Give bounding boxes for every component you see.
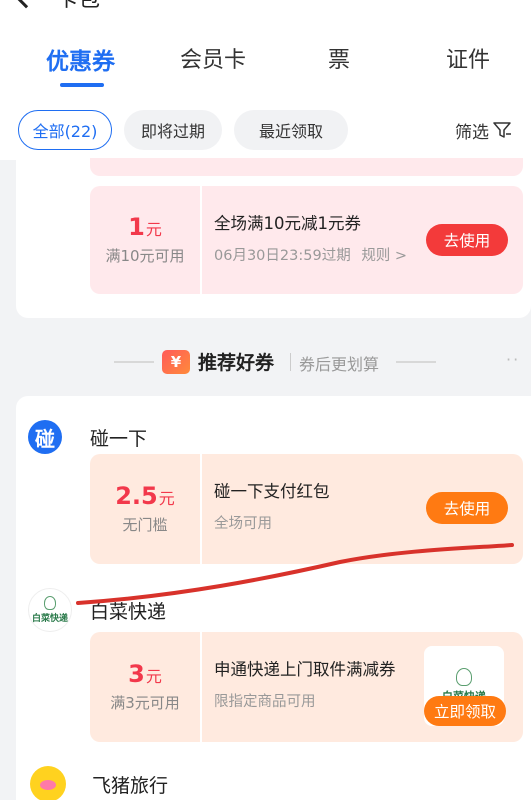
use-coupon-button[interactable]: 去使用	[426, 224, 508, 256]
fliggy-logo-icon	[30, 766, 66, 800]
coupon-details: 碰一下支付红包 全场可用 去使用	[202, 454, 523, 564]
filter-funnel-icon	[493, 122, 511, 138]
back-arrow-icon[interactable]	[14, 0, 38, 9]
coupon-value: 2.5元 无门槛	[90, 454, 200, 564]
tab-tickets[interactable]: 票	[328, 42, 350, 74]
brand-name: 碰一下	[90, 427, 148, 450]
top-header: 卡包 优惠券 会员卡 票 证件 全部(22) 即将过期 最近领取 筛选	[0, 0, 531, 160]
owned-coupons-card: 1元 满10元可用 全场满10元减1元券 06月30日23:59过期 规则 > …	[16, 158, 531, 318]
filter-button[interactable]: 筛选	[455, 110, 512, 150]
active-tab-indicator	[60, 83, 104, 87]
coupon-condition: 无门槛	[122, 515, 168, 534]
use-coupon-button[interactable]: 去使用	[426, 492, 508, 524]
brand-name: 飞猪旅行	[92, 774, 169, 797]
chip-expiring-soon[interactable]: 即将过期	[124, 110, 222, 150]
filter-label: 筛选	[455, 122, 489, 143]
tab-bar: 优惠券 会员卡 票 证件	[0, 42, 531, 92]
coupon-yen-icon: ¥	[162, 350, 190, 374]
coupon-details: 全场满10元减1元券 06月30日23:59过期 规则 > 去使用	[202, 186, 523, 294]
coupon-expiry: 06月30日23:59过期	[214, 248, 351, 264]
coupon-item[interactable]: 2.5元 无门槛 碰一下支付红包 全场可用 去使用	[90, 454, 523, 564]
section-subtitle: 券后更划算	[299, 355, 380, 374]
chip-all[interactable]: 全部(22)	[18, 110, 112, 150]
tree-icon	[456, 668, 472, 686]
coupon-item[interactable]: 3元 满3元可用 申通快递上门取件满减券 限指定商品可用 白菜快递 立即领取	[90, 632, 523, 742]
filter-chips: 全部(22) 即将过期 最近领取 筛选	[18, 110, 518, 150]
page-title: 卡包	[56, 0, 100, 13]
recommended-coupons-card: 碰 碰一下 2.5元 无门槛 碰一下支付红包 全场可用 去使用 白菜快递 白菜快…	[16, 396, 531, 800]
brand-name: 白菜快递	[90, 600, 167, 623]
coupon-condition: 满10元可用	[105, 246, 185, 265]
tree-icon	[44, 596, 56, 610]
previous-coupon-peek	[90, 158, 523, 176]
coupon-amount: 3元	[128, 660, 162, 689]
brand-header-baicai[interactable]: 白菜快递 白菜快递	[28, 588, 166, 632]
brand-header-fliggy[interactable]: 飞猪旅行	[30, 766, 168, 800]
coupon-amount: 2.5元	[115, 482, 175, 511]
coupon-value: 1元 满10元可用	[90, 186, 200, 294]
coupon-value: 3元 满3元可用	[90, 632, 200, 742]
coupon-amount: 1元	[128, 213, 162, 242]
recommended-section-header: ¥ 推荐好券 券后更划算 ··	[0, 344, 531, 380]
pengyixia-logo-icon: 碰	[28, 420, 62, 454]
tab-member-cards[interactable]: 会员卡	[180, 42, 246, 74]
rules-link[interactable]: 规则 >	[361, 248, 407, 264]
claim-now-button[interactable]: 立即领取	[424, 696, 506, 726]
coupon-condition: 满3元可用	[110, 693, 180, 712]
tab-coupons[interactable]: 优惠券	[46, 42, 115, 76]
coupon-item[interactable]: 1元 满10元可用 全场满10元减1元券 06月30日23:59过期 规则 > …	[90, 186, 523, 294]
coupon-details: 申通快递上门取件满减券 限指定商品可用 白菜快递 立即领取	[202, 632, 523, 742]
more-dots-icon: ··	[506, 350, 521, 369]
nav-bar: 卡包	[14, 0, 100, 12]
chip-recently-claimed[interactable]: 最近领取	[234, 110, 348, 150]
brand-header-pengyixia[interactable]: 碰 碰一下	[28, 420, 147, 454]
section-title: 推荐好券	[198, 352, 275, 374]
baicai-express-logo: 白菜快递	[28, 588, 72, 632]
tab-documents[interactable]: 证件	[446, 42, 490, 74]
